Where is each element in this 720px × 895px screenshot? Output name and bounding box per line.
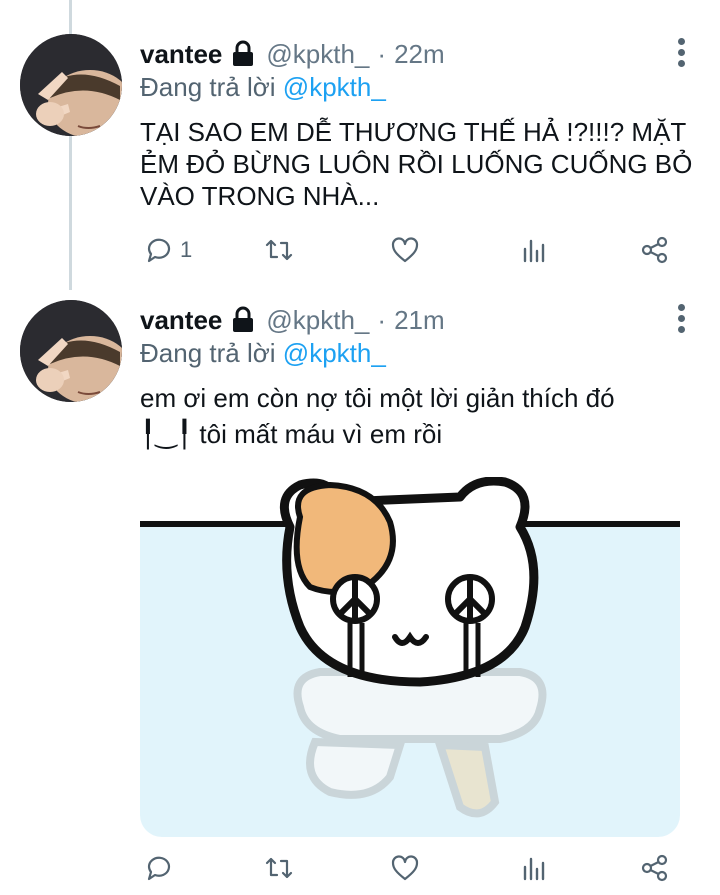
display-name[interactable]: vantee bbox=[140, 39, 222, 70]
avatar[interactable] bbox=[20, 34, 122, 136]
like-button[interactable] bbox=[390, 230, 420, 270]
like-button[interactable] bbox=[390, 848, 420, 888]
tweet-header: vantee @kpkth_ · 21m bbox=[140, 300, 445, 340]
action-bar bbox=[140, 848, 680, 888]
share-icon bbox=[641, 854, 668, 882]
action-bar: 1 bbox=[140, 230, 680, 270]
replying-mention[interactable]: @kpkth_ bbox=[283, 338, 386, 368]
handle[interactable]: @kpkth_ bbox=[266, 39, 369, 70]
tweet-text: em ơi em còn nợ tôi một lời giản thích đ… bbox=[140, 383, 615, 449]
share-icon bbox=[641, 236, 668, 264]
tweet-header: vantee @kpkth_ · 22m bbox=[140, 34, 445, 74]
tweet-text: TẠI SAO EM DỄ THƯƠNG THẾ HẢ !?!!!? MẶT Ẻ… bbox=[140, 117, 693, 211]
analytics-button[interactable] bbox=[518, 848, 548, 888]
retweet-icon bbox=[265, 239, 293, 261]
analytics-button[interactable] bbox=[518, 230, 548, 270]
lock-icon bbox=[233, 306, 254, 332]
replying-prefix: Đang trả lời bbox=[140, 338, 276, 368]
share-button[interactable] bbox=[640, 848, 670, 888]
analytics-icon bbox=[523, 857, 545, 881]
reply-count: 1 bbox=[180, 237, 193, 262]
like-icon bbox=[391, 855, 419, 881]
more-icon[interactable] bbox=[676, 38, 686, 70]
display-name[interactable]: vantee bbox=[140, 305, 222, 336]
reply-button[interactable] bbox=[144, 848, 180, 888]
replying-mention[interactable]: @kpkth_ bbox=[283, 72, 386, 102]
analytics-icon bbox=[523, 239, 545, 263]
tweet-image[interactable] bbox=[140, 477, 680, 837]
replying-prefix: Đang trả lời bbox=[140, 72, 276, 102]
reply-icon bbox=[147, 856, 171, 881]
separator: · bbox=[377, 38, 387, 69]
timestamp[interactable]: 21m bbox=[394, 305, 445, 336]
replying-to: Đang trả lời @kpkth_ bbox=[140, 72, 386, 103]
reply-button[interactable]: 1 bbox=[144, 230, 192, 270]
lock-icon bbox=[233, 40, 254, 66]
retweet-button[interactable] bbox=[264, 230, 294, 270]
replying-to: Đang trả lời @kpkth_ bbox=[140, 338, 386, 369]
crying-bunny-illustration bbox=[140, 477, 680, 837]
retweet-button[interactable] bbox=[264, 848, 294, 888]
handle[interactable]: @kpkth_ bbox=[266, 305, 369, 336]
share-button[interactable] bbox=[640, 230, 670, 270]
more-icon[interactable] bbox=[676, 304, 686, 336]
timestamp[interactable]: 22m bbox=[394, 39, 445, 70]
separator: · bbox=[377, 304, 387, 335]
avatar[interactable] bbox=[20, 300, 122, 402]
reply-icon bbox=[147, 238, 171, 263]
like-icon bbox=[391, 237, 419, 263]
retweet-icon bbox=[265, 857, 293, 879]
